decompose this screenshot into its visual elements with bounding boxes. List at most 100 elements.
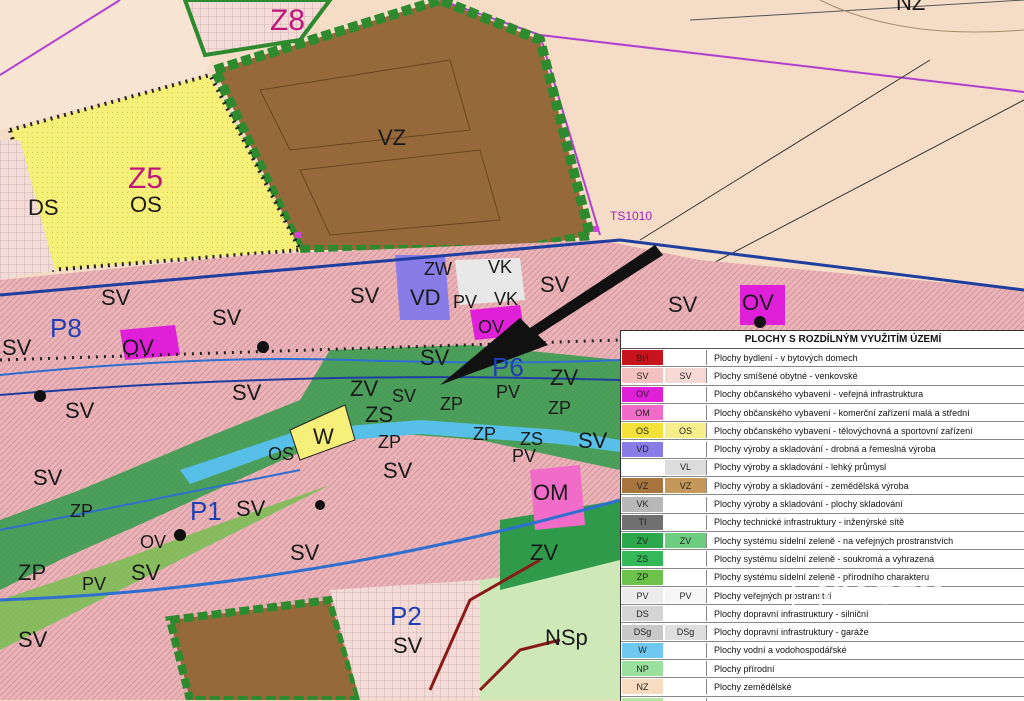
legend-swatch: ZS (622, 551, 663, 567)
watermark-logo-icon (792, 582, 822, 612)
legend-row: SV SV Plochy smíšené obytné - venkovské (621, 367, 1024, 386)
label-sv-a: SV (350, 283, 380, 308)
legend-rows: BH Plochy bydlení - v bytových domech SV SV… (621, 349, 1024, 701)
label-sv-f: SV (2, 335, 32, 360)
legend-row: NZ Plochy zemědělské (621, 678, 1024, 697)
legend-row: OV Plochy občanského vybavení - veřejná i… (621, 386, 1024, 404)
legend-text: Plochy zemědělské (714, 681, 792, 692)
label-ov-center: OV (478, 317, 504, 337)
label-zp1: ZP (440, 394, 463, 414)
label-p1: P1 (190, 496, 222, 526)
legend-swatch-alt (665, 661, 707, 677)
legend-row: W Plochy vodní a vodohospodářské (621, 642, 1024, 661)
legend-swatch-alt: VL (665, 459, 707, 475)
label-vd: VD (410, 285, 441, 310)
legend-swatch: VZ (622, 478, 663, 494)
label-zp3: ZP (378, 432, 401, 452)
legend-row: OS OS Plochy občanského vybavení - tělovýc… (621, 422, 1024, 441)
legend-swatch-alt (665, 496, 707, 512)
label-nsp: NSp (545, 625, 588, 650)
label-sv-b: SV (540, 272, 570, 297)
legend-swatch-alt (665, 569, 707, 585)
label-vz-top: VZ (378, 125, 406, 150)
watermark-text: VIAGEM (820, 578, 945, 611)
legend-text: Plochy technické infrastruktury - inžený… (714, 517, 905, 528)
legend-text: Plochy vodní a vodohospodářské (714, 645, 847, 656)
legend-swatch: W (622, 642, 663, 658)
legend-row: DSg DSg Plochy dopravní infrastruktury - g… (621, 623, 1024, 642)
label-zp6: ZP (18, 560, 46, 585)
legend-row: VD Plochy výroby a skladování - drobná a … (621, 440, 1024, 459)
label-sv-j: SV (236, 496, 266, 521)
legend-swatch-alt: ZV (665, 533, 707, 549)
label-sw-arrow: SV (392, 386, 416, 406)
legend-text: Plochy výroby a skladování - lehký průmy… (714, 462, 887, 473)
legend-swatch-alt: OS (665, 423, 707, 439)
legend-row: ZS Plochy systému sídelní zeleně - soukro… (621, 550, 1024, 569)
legend-row: TI Plochy technické infrastruktury - inže… (621, 514, 1024, 532)
legend-text: Plochy systému sídelní zeleně - soukromá… (714, 553, 935, 564)
label-z5: Z5 (128, 162, 163, 195)
legend-title: PLOCHY S ROZDÍLNÝM VYUŽITÍM ÚZEMÍ (621, 331, 1024, 349)
legend-swatch: OS (622, 423, 663, 439)
legend-text: Plochy přírodní (714, 663, 775, 674)
label-zp2: ZP (548, 398, 571, 418)
legend-swatch-alt (665, 386, 707, 402)
legend-row: VL Plochy výroby a skladování - lehký prů… (621, 459, 1024, 478)
label-w: W (313, 424, 334, 449)
legend-swatch: VK (622, 496, 663, 512)
label-pv3: PV (82, 574, 106, 594)
label-sv-i: SV (33, 465, 63, 490)
label-os-z5: OS (130, 192, 162, 217)
label-om: OM (533, 480, 568, 505)
legend-swatch-alt (665, 679, 707, 695)
legend-text: Plochy občanského vybavení - tělovýchovn… (714, 425, 973, 436)
legend-swatch: OV (622, 386, 663, 402)
legend-swatch-alt (665, 606, 707, 622)
legend-text: Plochy občanského vybavení - veřejná inf… (714, 389, 924, 400)
label-sv-o: SV (393, 633, 423, 658)
legend-text: Plochy výroby a skladování - zemědělská … (714, 480, 909, 491)
legend-text: Plochy dopravní infrastruktury - garáže (714, 627, 869, 638)
legend-swatch: ZP (622, 569, 663, 585)
label-ds-left: DS (28, 195, 59, 220)
legend-row: NP Plochy přírodní (621, 660, 1024, 679)
label-zv1: ZV (350, 376, 378, 401)
label-sv-k: SV (383, 458, 413, 483)
legend-text: Plochy výroby a skladování - drobná a ře… (714, 444, 936, 455)
label-pv2: PV (512, 446, 536, 466)
legend-swatch (622, 459, 663, 475)
legend-swatch: BH (622, 350, 663, 366)
label-zp5: ZP (70, 501, 93, 521)
label-p8: P8 (50, 313, 82, 343)
label-sv-p: SV (420, 345, 450, 370)
label-sv-h: SV (65, 398, 95, 423)
legend-swatch-alt: VZ (665, 478, 707, 494)
label-ov-low: OV (140, 532, 166, 552)
label-sv-q: SV (578, 428, 608, 453)
label-sv-g: SV (232, 380, 262, 405)
legend-swatch-alt: SV (665, 368, 707, 384)
label-ov-left: OV (122, 335, 154, 360)
legend-swatch: SV (622, 368, 663, 384)
legend-swatch: VD (622, 441, 663, 457)
legend-row: NLPlochy lesní (621, 697, 1024, 701)
label-zp4: ZP (473, 424, 496, 444)
legend-row: VZ VZ Plochy výroby a skladování - zeměděl… (621, 477, 1024, 496)
label-pv1: PV (453, 292, 477, 312)
legend-row: BH Plochy bydlení - v bytových domech (621, 349, 1024, 368)
legend-swatch: NZ (622, 679, 663, 695)
label-sv-l: SV (290, 540, 320, 565)
label-ts1010: TS1010 (610, 209, 652, 223)
label-sv-e: SV (212, 305, 242, 330)
label-zv2: ZV (550, 365, 578, 390)
legend-swatch-alt: PV (665, 588, 707, 603)
legend-text: Plochy výroby a skladování - plochy skla… (714, 499, 903, 510)
label-pv4: PV (496, 382, 520, 402)
legend-swatch-alt (665, 350, 707, 366)
legend-row: OM Plochy občanského vybavení - komerční … (621, 404, 1024, 423)
legend-swatch-alt (665, 441, 707, 457)
label-nz: NZ (896, 0, 925, 15)
legend-text: Plochy smíšené obytné - venkovské (714, 370, 858, 381)
legend-swatch-alt (665, 642, 707, 658)
